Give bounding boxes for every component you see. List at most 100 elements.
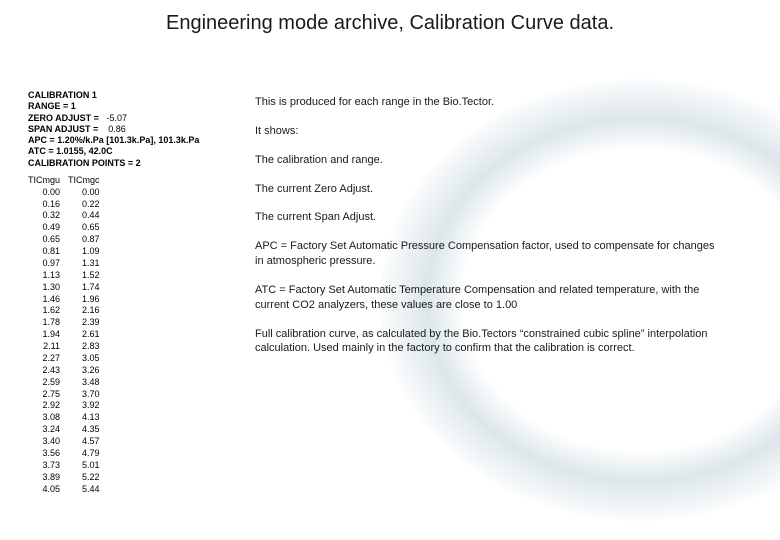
table-cell: 2.39 (68, 317, 108, 329)
table-cell: 0.32 (28, 210, 68, 222)
table-row: 3.564.79 (28, 448, 108, 460)
col-header-ticmgc: TICmgc (68, 175, 108, 187)
table-row: 1.942.61 (28, 329, 108, 341)
table-row: 1.461.96 (28, 294, 108, 306)
table-cell: 3.48 (68, 377, 108, 389)
table-cell: 4.57 (68, 436, 108, 448)
table-cell: 3.92 (68, 400, 108, 412)
table-cell: 2.11 (28, 341, 68, 353)
table-cell: 0.16 (28, 199, 68, 211)
table-cell: 0.00 (68, 187, 108, 199)
table-cell: 3.56 (28, 448, 68, 460)
col-header-ticmgu: TICmgu (28, 175, 68, 187)
table-row: 3.084.13 (28, 412, 108, 424)
table-cell: 3.08 (28, 412, 68, 424)
span-adjust-row: SPAN ADJUST = 0.86 (28, 124, 228, 135)
table-row: 3.735.01 (28, 460, 108, 472)
desc-paragraph: It shows: (255, 124, 725, 139)
table-cell: 1.62 (28, 305, 68, 317)
table-cell: 1.13 (28, 270, 68, 282)
desc-paragraph: The calibration and range. (255, 153, 725, 168)
table-row: 0.160.22 (28, 199, 108, 211)
table-row: 2.433.26 (28, 365, 108, 377)
table-cell: 4.13 (68, 412, 108, 424)
desc-paragraph: The current Span Adjust. (255, 210, 725, 225)
table-cell: 3.89 (28, 472, 68, 484)
table-row: 1.622.16 (28, 305, 108, 317)
table-cell: 0.97 (28, 258, 68, 270)
table-cell: 1.78 (28, 317, 68, 329)
table-row: 0.000.00 (28, 187, 108, 199)
table-cell: 1.94 (28, 329, 68, 341)
table-cell: 3.70 (68, 389, 108, 401)
table-row: 1.131.52 (28, 270, 108, 282)
table-row: 3.895.22 (28, 472, 108, 484)
page-title: Engineering mode archive, Calibration Cu… (0, 12, 780, 35)
table-row: 2.753.70 (28, 389, 108, 401)
calibration-table: TICmgu TICmgc 0.000.000.160.220.320.440.… (28, 175, 108, 496)
table-row: 0.490.65 (28, 222, 108, 234)
table-cell: 0.44 (68, 210, 108, 222)
table-cell: 2.27 (28, 353, 68, 365)
table-cell: 2.75 (28, 389, 68, 401)
desc-paragraph: Full calibration curve, as calculated by… (255, 327, 725, 357)
table-row: 0.650.87 (28, 234, 108, 246)
range-heading: RANGE = 1 (28, 101, 228, 112)
table-cell: 0.65 (28, 234, 68, 246)
table-row: 0.811.09 (28, 246, 108, 258)
table-cell: 4.05 (28, 484, 68, 496)
table-cell: 1.31 (68, 258, 108, 270)
table-row: 3.404.57 (28, 436, 108, 448)
span-adjust-label: SPAN ADJUST = (28, 124, 98, 134)
table-cell: 4.35 (68, 424, 108, 436)
table-cell: 2.43 (28, 365, 68, 377)
table-row: 4.055.44 (28, 484, 108, 496)
desc-paragraph: The current Zero Adjust. (255, 182, 725, 197)
table-cell: 3.26 (68, 365, 108, 377)
table-row: 1.301.74 (28, 282, 108, 294)
table-cell: 3.73 (28, 460, 68, 472)
calibration-panel: CALIBRATION 1 RANGE = 1 ZERO ADJUST = -5… (28, 90, 228, 495)
table-cell: 1.74 (68, 282, 108, 294)
table-row: 2.112.83 (28, 341, 108, 353)
table-cell: 5.01 (68, 460, 108, 472)
table-cell: 3.05 (68, 353, 108, 365)
zero-adjust-value: -5.07 (106, 113, 127, 123)
table-cell: 2.61 (68, 329, 108, 341)
table-cell: 2.59 (28, 377, 68, 389)
table-cell: 3.40 (28, 436, 68, 448)
table-cell: 1.09 (68, 246, 108, 258)
table-cell: 1.52 (68, 270, 108, 282)
table-row: 3.244.35 (28, 424, 108, 436)
table-cell: 0.49 (28, 222, 68, 234)
table-cell: 3.24 (28, 424, 68, 436)
table-cell: 1.96 (68, 294, 108, 306)
table-row: 2.923.92 (28, 400, 108, 412)
table-row: 2.593.48 (28, 377, 108, 389)
table-cell: 0.65 (68, 222, 108, 234)
table-header-row: TICmgu TICmgc (28, 175, 108, 187)
desc-paragraph: ATC = Factory Set Automatic Temperature … (255, 283, 725, 313)
table-row: 1.782.39 (28, 317, 108, 329)
table-cell: 4.79 (68, 448, 108, 460)
table-row: 2.273.05 (28, 353, 108, 365)
table-cell: 0.22 (68, 199, 108, 211)
table-cell: 1.30 (28, 282, 68, 294)
desc-paragraph: APC = Factory Set Automatic Pressure Com… (255, 239, 725, 269)
zero-adjust-row: ZERO ADJUST = -5.07 (28, 113, 228, 124)
atc-line: ATC = 1.0155, 42.0C (28, 146, 228, 157)
table-cell: 2.16 (68, 305, 108, 317)
table-row: 0.971.31 (28, 258, 108, 270)
table-row: 0.320.44 (28, 210, 108, 222)
description-panel: This is produced for each range in the B… (255, 95, 725, 370)
table-cell: 2.92 (28, 400, 68, 412)
table-cell: 0.87 (68, 234, 108, 246)
span-adjust-value: 0.86 (108, 124, 126, 134)
calibration-heading: CALIBRATION 1 (28, 90, 228, 101)
table-cell: 2.83 (68, 341, 108, 353)
table-cell: 5.22 (68, 472, 108, 484)
table-cell: 0.81 (28, 246, 68, 258)
apc-line: APC = 1.20%/k.Pa [101.3k.Pa], 101.3k.Pa (28, 135, 228, 146)
table-cell: 5.44 (68, 484, 108, 496)
table-cell: 0.00 (28, 187, 68, 199)
